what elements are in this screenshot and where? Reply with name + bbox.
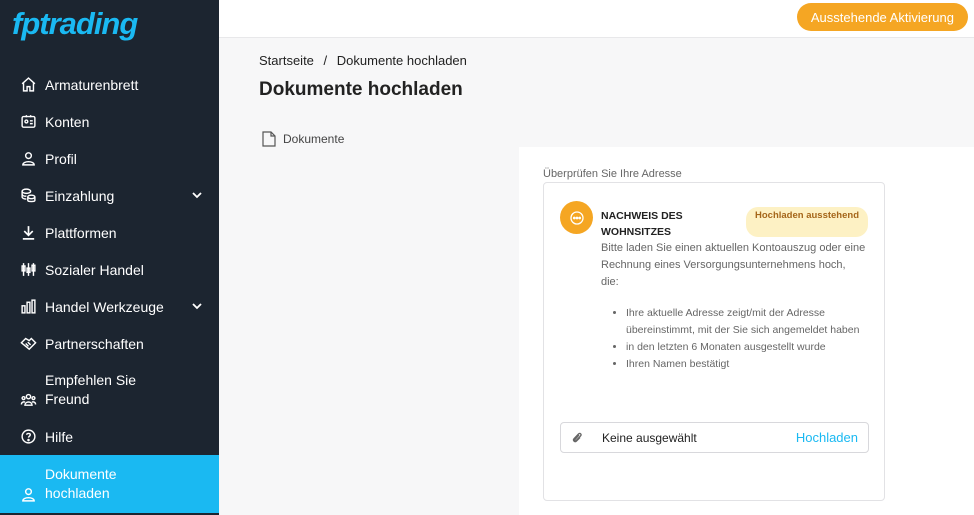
- selected-file-text: Keine ausgewählt: [602, 430, 697, 445]
- sidebar-item-dokumente-hochladen[interactable]: Dokumente hochladen: [0, 455, 219, 513]
- sidebar-item-label: Hilfe: [45, 428, 74, 445]
- requirements-list: Ihre aktuelle Adresse zeigt/mit der Adre…: [626, 305, 866, 373]
- topbar: Ausstehende Aktivierung: [219, 0, 974, 38]
- help-icon: [19, 428, 37, 446]
- pending-icon: [560, 201, 593, 234]
- sidebar-item-label: Konten: [45, 113, 90, 130]
- sidebar-item-empfehlen[interactable]: Empfehlen Sie Freund: [0, 362, 219, 418]
- sidebar-item-partnerschaften[interactable]: Partnerschaften: [0, 325, 219, 362]
- sidebar-item-label: Partnerschaften: [45, 335, 144, 352]
- page-title: Dokumente hochladen: [259, 79, 463, 100]
- section-label: Überprüfen Sie Ihre Adresse: [543, 168, 682, 180]
- list-item: Ihre aktuelle Adresse zeigt/mit der Adre…: [626, 305, 866, 339]
- id-card-icon: [19, 113, 37, 131]
- card-description: Bitte laden Sie einen aktuellen Kontoaus…: [601, 242, 866, 288]
- sidebar-item-plattformen[interactable]: Plattformen: [0, 214, 219, 251]
- verification-panel: Überprüfen Sie Ihre Adresse NACHWEIS DES…: [519, 147, 974, 515]
- home-icon: [19, 76, 37, 94]
- list-item: in den letzten 6 Monaten ausgestellt wur…: [626, 339, 866, 356]
- sidebar-item-armaturenbrett[interactable]: Armaturenbrett: [0, 66, 219, 103]
- bar-chart-icon: [19, 298, 37, 316]
- proof-of-address-card: NACHWEIS DES WOHNSITZES Hochladen ausste…: [543, 182, 885, 501]
- sidebar-item-einzahlung[interactable]: Einzahlung: [0, 177, 219, 214]
- upload-button[interactable]: Hochladen: [796, 430, 858, 445]
- sidebar-item-hilfe[interactable]: Hilfe: [0, 418, 219, 455]
- sidebar-item-label: Dokumente hochladen: [45, 466, 117, 501]
- sidebar: fptrading Armaturenbrett Konten Profil E…: [0, 0, 219, 515]
- sidebar-item-handel-werkzeuge[interactable]: Handel Werkzeuge: [0, 288, 219, 325]
- list-item: Ihren Namen bestätigt: [626, 356, 866, 373]
- sidebar-item-label: Armaturenbrett: [45, 76, 139, 93]
- tab-label: Dokumente: [283, 132, 345, 146]
- user-icon: [19, 485, 37, 503]
- sidebar-item-label: Einzahlung: [45, 187, 115, 204]
- card-title: NACHWEIS DES WOHNSITZES: [601, 210, 683, 238]
- logo: fptrading: [12, 6, 138, 41]
- sidebar-item-sozialer-handel[interactable]: Sozialer Handel: [0, 251, 219, 288]
- document-icon: [262, 131, 276, 147]
- sidebar-item-konten[interactable]: Konten: [0, 103, 219, 140]
- tab-dokumente[interactable]: Dokumente: [262, 131, 344, 147]
- file-upload-field[interactable]: Keine ausgewählt Hochladen: [560, 422, 869, 453]
- paperclip-icon: [572, 432, 582, 442]
- users-icon: [19, 390, 37, 408]
- sidebar-item-label: Empfehlen Sie Freund: [45, 372, 137, 407]
- breadcrumb-home[interactable]: Startseite: [259, 53, 314, 68]
- breadcrumb: Startseite / Dokumente hochladen: [259, 53, 473, 68]
- sidebar-item-label: Handel Werkzeuge: [45, 298, 164, 315]
- chevron-down-icon[interactable]: [191, 189, 203, 201]
- sidebar-item-label: Profil: [45, 150, 77, 167]
- breadcrumb-current: Dokumente hochladen: [336, 53, 467, 68]
- handshake-icon: [19, 335, 37, 353]
- download-icon: [19, 224, 37, 242]
- activation-status-button[interactable]: Ausstehende Aktivierung: [796, 3, 968, 31]
- candlestick-icon: [19, 261, 37, 279]
- user-icon: [19, 150, 37, 168]
- sidebar-item-label: Sozialer Handel: [45, 261, 144, 278]
- sidebar-item-label: Plattformen: [45, 224, 117, 241]
- sidebar-item-profil[interactable]: Profil: [0, 140, 219, 177]
- status-badge: Hochladen ausstehend: [746, 207, 868, 237]
- sidebar-nav: Armaturenbrett Konten Profil Einzahlung: [0, 66, 219, 513]
- chevron-down-icon[interactable]: [191, 300, 203, 312]
- coins-icon: [19, 187, 37, 205]
- breadcrumb-separator: /: [323, 53, 328, 68]
